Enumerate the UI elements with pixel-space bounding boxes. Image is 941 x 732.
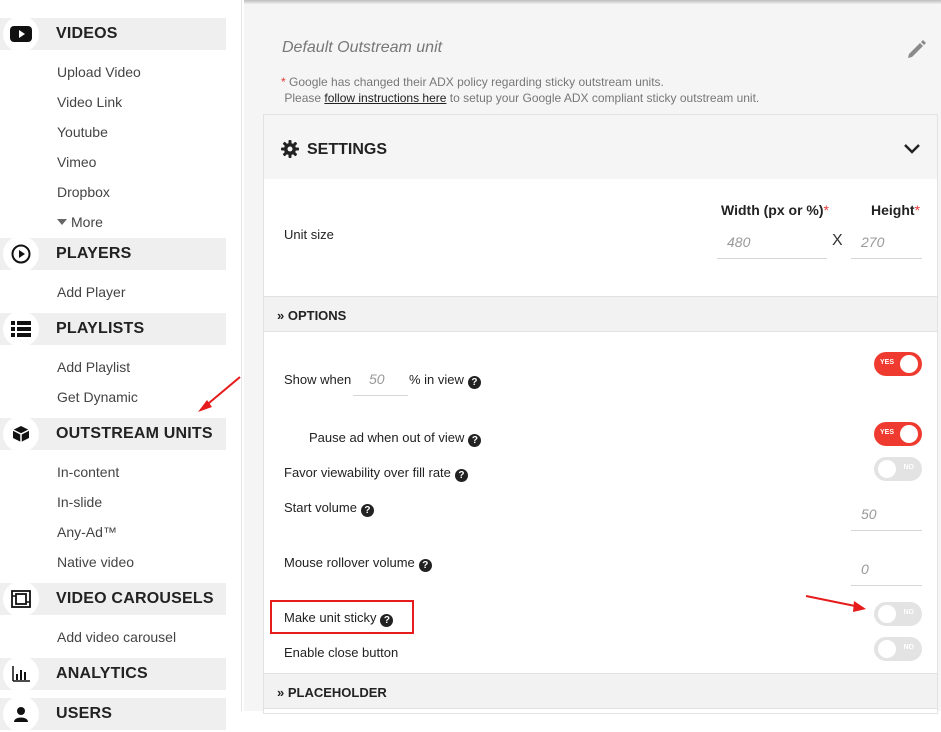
favor-viewability-text: Favor viewability over fill rate [284, 465, 451, 480]
options-header[interactable]: » OPTIONS [264, 296, 937, 332]
options-title-text: OPTIONS [287, 308, 347, 323]
toggle-knob [878, 640, 896, 658]
favor-viewability-toggle[interactable]: NO [874, 457, 922, 481]
show-when-toggle[interactable]: YES [874, 352, 922, 376]
toggle-knob [878, 460, 896, 478]
toggle-knob [900, 425, 918, 443]
help-icon[interactable]: ? [454, 469, 468, 482]
required-star: * [823, 202, 829, 218]
width-header: Width (px or %)* [721, 202, 829, 218]
pause-ad-label: Pause ad when out of view? [309, 430, 482, 447]
note-line-2-pre: Please [284, 91, 325, 105]
start-volume-text: Start volume [284, 500, 357, 515]
help-icon[interactable]: ? [468, 434, 482, 447]
make-sticky-toggle[interactable]: NO [874, 602, 922, 626]
gear-icon [281, 140, 299, 163]
annotation-arrow-toggle [805, 595, 866, 612]
toggle-state: NO [903, 609, 915, 616]
placeholder-header[interactable]: » PLACEHOLDER [264, 673, 937, 709]
required-star: * [914, 202, 921, 218]
note-line-2-post: to setup your Google ADX compliant stick… [446, 91, 760, 105]
help-icon[interactable]: ? [467, 376, 481, 389]
start-volume-label: Start volume? [284, 500, 374, 517]
toggle-state: NO [903, 644, 915, 651]
mouse-rollover-text: Mouse rollover volume [284, 555, 415, 570]
help-icon[interactable]: ? [418, 559, 432, 572]
pause-ad-text: Pause ad when out of view [309, 430, 465, 445]
settings-header[interactable]: SETTINGS [264, 115, 937, 179]
chevron-down-icon[interactable] [904, 141, 920, 159]
toggle-knob [878, 605, 896, 623]
toggle-state: NO [903, 464, 915, 471]
width-header-text: Width (px or %) [721, 202, 824, 218]
settings-title: SETTINGS [307, 141, 388, 158]
help-icon[interactable]: ? [360, 504, 374, 517]
toggle-knob [900, 355, 918, 373]
pause-ad-toggle[interactable]: YES [874, 422, 922, 446]
mouse-rollover-input[interactable]: 0 [851, 553, 922, 586]
adx-policy-note: * Google has changed their ADX policy re… [281, 74, 759, 106]
in-view-label: % in view? [409, 372, 481, 389]
follow-instructions-link[interactable]: follow instructions here [324, 91, 446, 105]
height-header: Height* [871, 202, 920, 218]
annotation-highlight-box [270, 600, 414, 634]
annotation-arrow-sidebar [198, 376, 241, 412]
in-view-text: % in view [409, 372, 464, 387]
size-separator: X [832, 232, 843, 249]
show-when-input[interactable]: 50 [353, 363, 408, 396]
width-input[interactable]: 480 [717, 227, 827, 259]
pencil-edit-icon[interactable] [906, 38, 928, 65]
start-volume-input[interactable]: 50 [851, 498, 922, 531]
unit-title[interactable]: Default Outstream unit [282, 39, 442, 57]
settings-card: SETTINGS Unit size Width (px or %)* Heig… [263, 114, 938, 714]
unit-size-label: Unit size [284, 227, 334, 242]
placeholder-title-text: PLACEHOLDER [287, 685, 387, 700]
favor-viewability-label: Favor viewability over fill rate? [284, 465, 468, 482]
height-header-text: Height [871, 202, 915, 218]
show-when-label: Show when [284, 372, 352, 387]
main-content: Default Outstream unit * Google has chan… [244, 4, 941, 714]
close-button-label: Enable close button [284, 645, 399, 660]
sidebar: VIDEOS Upload Video Video Link Youtube V… [0, 0, 242, 732]
placeholder-title: » PLACEHOLDER [277, 685, 387, 700]
toggle-state: YES [880, 429, 895, 436]
note-line-1: Google has changed their ADX policy rega… [285, 75, 664, 89]
height-input[interactable]: 270 [851, 227, 922, 259]
options-title: » OPTIONS [277, 308, 347, 323]
toggle-state: YES [880, 359, 895, 366]
mouse-rollover-label: Mouse rollover volume? [284, 555, 432, 572]
close-button-toggle[interactable]: NO [874, 637, 922, 661]
